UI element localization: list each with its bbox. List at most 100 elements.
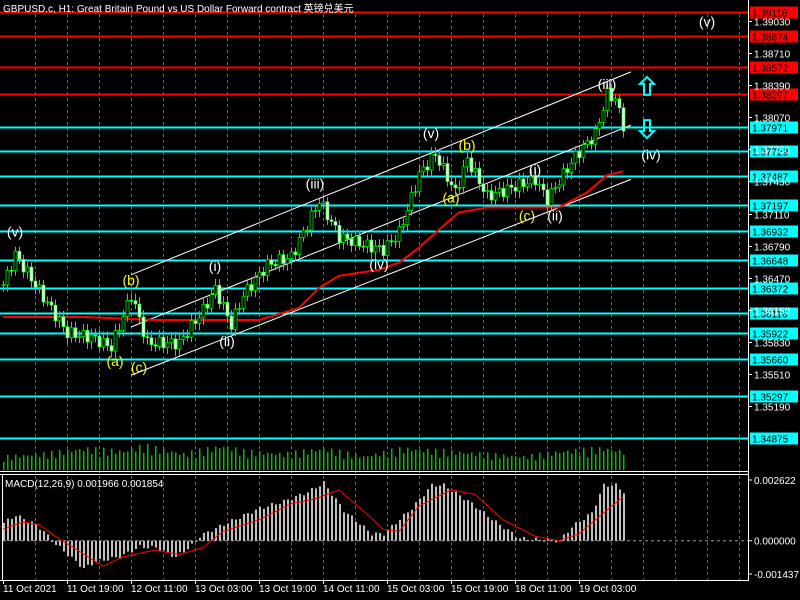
macd-histogram-bar	[19, 515, 21, 541]
volume-bar	[499, 458, 501, 470]
candle-body	[257, 271, 262, 278]
volume-bar	[427, 448, 429, 470]
wave-label[interactable]: (v)	[7, 224, 23, 240]
macd-histogram-bar	[171, 540, 173, 557]
volume-bar	[167, 452, 169, 470]
wave-label[interactable]: (i)	[529, 161, 541, 177]
candle-body	[501, 187, 506, 198]
chart-title: GBPUSD.c, H1: Great Britain Pound vs US …	[3, 2, 354, 15]
volume-bar	[7, 454, 9, 470]
macd-histogram-bar	[123, 540, 125, 555]
volume-bar	[303, 449, 305, 470]
candle-body	[261, 271, 266, 276]
candle-body	[561, 168, 566, 186]
macd-histogram-bar	[227, 523, 229, 541]
volume-bar	[439, 457, 441, 470]
macd-histogram-bar	[527, 540, 529, 542]
candle-body	[369, 239, 374, 253]
candle-body	[453, 184, 458, 189]
macd-histogram-bar	[371, 535, 373, 541]
volume-bar	[31, 455, 33, 470]
time-label: 15 Oct 03:00	[387, 584, 445, 595]
candle-body	[69, 327, 74, 339]
candle-body	[113, 330, 118, 352]
price-tick-label: 1.37430	[754, 178, 791, 189]
volume-bar	[559, 453, 561, 470]
volume-bar	[535, 460, 537, 470]
volume-bar	[603, 451, 605, 470]
volume-bar	[51, 450, 53, 470]
wave-label[interactable]: (c)	[519, 208, 535, 224]
candle-body	[329, 219, 334, 222]
candle-body	[613, 98, 618, 102]
trading-chart[interactable]: 1.391161.388741.385721.382971.379711.377…	[0, 0, 800, 600]
volume-bar	[279, 452, 281, 470]
volume-bar	[583, 447, 585, 470]
volume-bar	[615, 451, 617, 470]
macd-histogram-bar	[99, 540, 101, 559]
volume-bar	[295, 450, 297, 470]
volume-bar	[283, 457, 285, 470]
volume-bar	[159, 453, 161, 470]
wave-label[interactable]: (v)	[423, 125, 439, 141]
candle-body	[209, 294, 214, 309]
wave-label[interactable]: (iv)	[369, 256, 388, 272]
volume-bar	[183, 452, 185, 470]
price-tick-label: 1.36790	[754, 243, 791, 254]
volume-bar	[163, 448, 165, 470]
wave-label[interactable]: (b)	[122, 272, 139, 288]
candle-body	[57, 316, 62, 322]
candle-body	[317, 203, 322, 211]
volume-bar	[447, 456, 449, 470]
resistance-level-label: 1.38874	[752, 33, 789, 44]
wave-label[interactable]: (i)	[209, 258, 221, 274]
wave-label[interactable]: (a)	[106, 353, 123, 369]
volume-bar	[435, 448, 437, 470]
candle-body	[245, 284, 250, 297]
volume-bar	[43, 452, 45, 470]
candle-body	[461, 166, 466, 188]
volume-bar	[287, 451, 289, 470]
macd-histogram-bar	[623, 493, 625, 541]
volume-bar	[371, 456, 373, 470]
macd-histogram-bar	[343, 512, 345, 541]
wave-label[interactable]: (v)	[699, 14, 715, 30]
volume-bar	[55, 458, 57, 470]
candle-body	[485, 190, 490, 193]
macd-histogram-bar	[43, 531, 45, 541]
wave-label[interactable]: (ii)	[219, 333, 235, 349]
volume-bar	[383, 450, 385, 470]
volume-bar	[91, 454, 93, 470]
volume-bar	[95, 447, 97, 470]
wave-label[interactable]: (c)	[131, 359, 147, 375]
volume-bar	[575, 448, 577, 470]
volume-bar	[263, 454, 265, 470]
volume-bar	[483, 458, 485, 470]
wave-label[interactable]: (iii)	[306, 175, 325, 191]
wave-label[interactable]: (iv)	[641, 146, 660, 162]
candle-body	[73, 327, 78, 338]
volume-bar	[403, 453, 405, 470]
volume-bar	[591, 447, 593, 470]
volume-bar	[99, 457, 101, 470]
volume-bar	[455, 454, 457, 470]
volume-bar	[247, 458, 249, 470]
wave-label[interactable]: (ii)	[547, 208, 563, 224]
wave-label[interactable]: (b)	[458, 137, 475, 153]
price-tick-label: 1.37750	[754, 146, 791, 157]
candle-body	[141, 316, 146, 337]
candle-body	[65, 326, 70, 339]
wave-label[interactable]: (iii)	[598, 76, 617, 92]
candle-body	[189, 320, 194, 338]
candle-body	[325, 201, 330, 221]
macd-histogram-bar	[255, 509, 257, 541]
volume-bar	[379, 456, 381, 470]
candle-body	[121, 316, 126, 331]
wave-label[interactable]: (a)	[442, 189, 459, 205]
candle-body	[445, 163, 450, 182]
macd-histogram-bar	[243, 514, 245, 541]
volume-bar	[619, 449, 621, 470]
price-tick-label: 1.36470	[754, 275, 791, 286]
macd-histogram-bar	[187, 540, 189, 550]
volume-bar	[475, 456, 477, 470]
